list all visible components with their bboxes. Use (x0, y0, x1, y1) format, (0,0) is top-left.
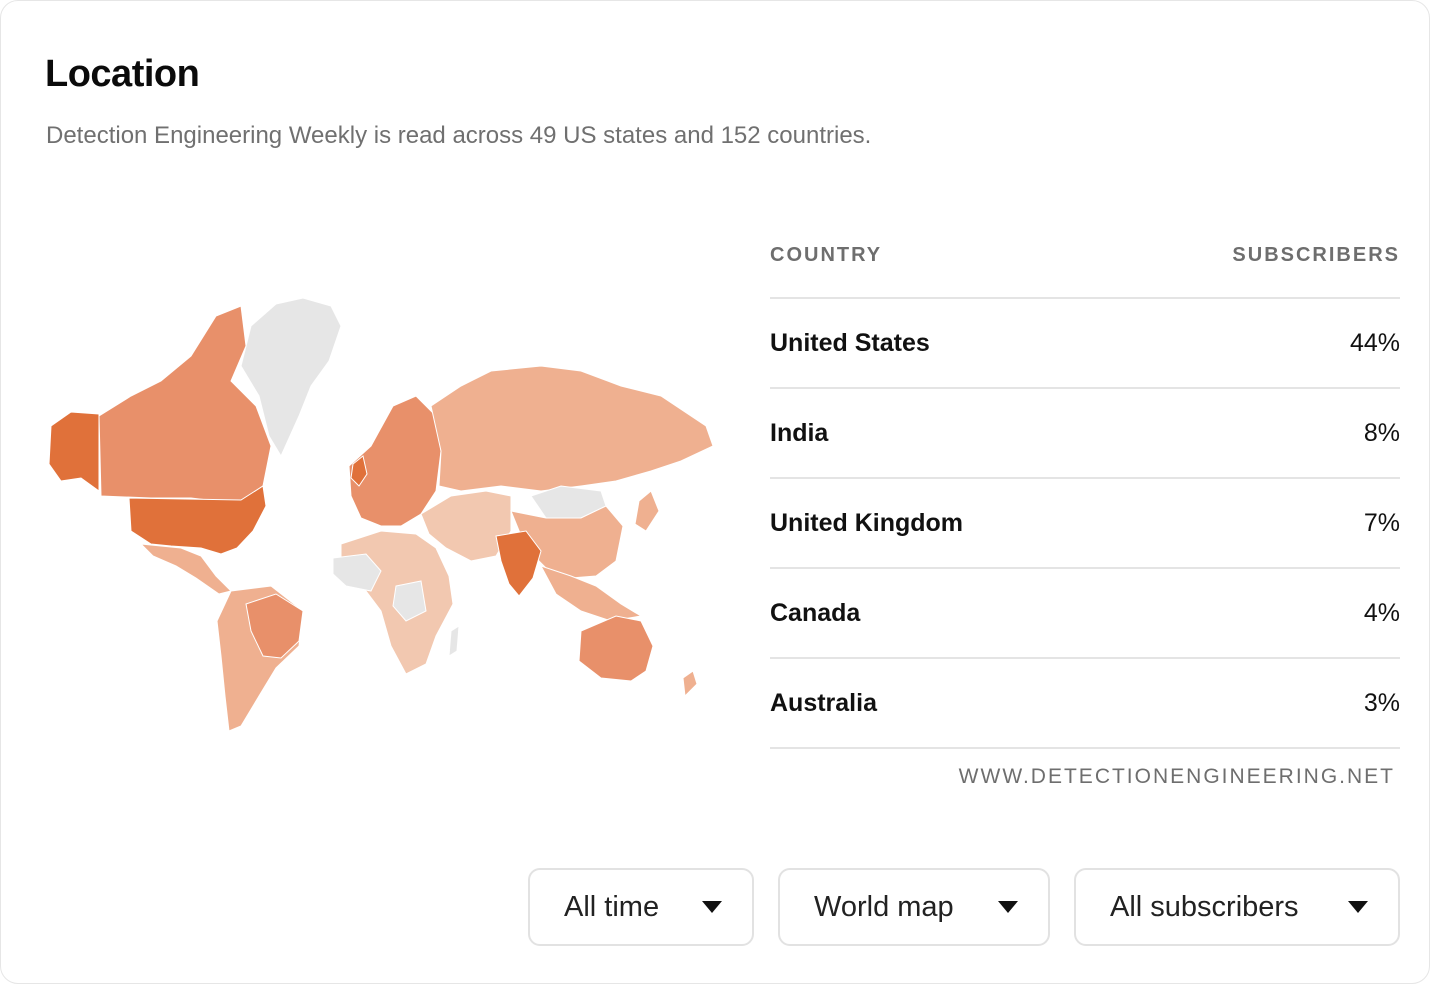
country-name: United Kingdom (770, 508, 964, 537)
table-row[interactable]: Canada 4% (770, 569, 1400, 659)
caret-down-icon (702, 901, 722, 913)
table-row[interactable]: United States 44% (770, 299, 1400, 389)
table-header: COUNTRY SUBSCRIBERS (770, 239, 1400, 299)
audience-dropdown[interactable]: All subscribers (1074, 868, 1400, 946)
country-name: Australia (770, 688, 877, 717)
audience-label: All subscribers (1110, 890, 1299, 923)
country-table: COUNTRY SUBSCRIBERS United States 44% In… (770, 239, 1400, 749)
caret-down-icon (1348, 901, 1368, 913)
country-name: India (770, 418, 829, 447)
map-region-australia[interactable] (578, 615, 654, 682)
subscriber-share: 8% (1363, 418, 1400, 447)
view-type-label: World map (814, 890, 954, 923)
table-row[interactable]: India 8% (770, 389, 1400, 479)
time-range-dropdown[interactable]: All time (528, 868, 754, 946)
map-region-madagascar[interactable] (448, 625, 460, 657)
caret-down-icon (998, 901, 1018, 913)
map-region-new-zealand[interactable] (682, 670, 698, 698)
map-region-alaska[interactable] (48, 411, 100, 492)
location-card: Location Detection Engineering Weekly is… (0, 0, 1430, 984)
map-region-japan[interactable] (634, 490, 660, 532)
column-header-country[interactable]: COUNTRY (770, 239, 882, 297)
map-region-canada[interactable] (98, 305, 272, 502)
world-map[interactable] (41, 286, 731, 741)
subscriber-share: 3% (1363, 688, 1400, 717)
country-name: United States (770, 328, 930, 357)
time-range-label: All time (564, 890, 660, 923)
subscriber-share: 44% (1349, 328, 1400, 357)
column-header-subscribers[interactable]: SUBSCRIBERS (1232, 239, 1400, 297)
publication-domain: WWW.DETECTIONENGINEERING.NET (958, 765, 1395, 788)
subscriber-share: 7% (1363, 508, 1400, 537)
map-region-russia[interactable] (430, 365, 714, 492)
country-name: Canada (770, 598, 861, 627)
page-title: Location (45, 53, 200, 95)
page-subtitle: Detection Engineering Weekly is read acr… (46, 122, 872, 149)
view-type-dropdown[interactable]: World map (778, 868, 1050, 946)
table-row[interactable]: Australia 3% (770, 659, 1400, 749)
subscriber-share: 4% (1363, 598, 1400, 627)
table-row[interactable]: United Kingdom 7% (770, 479, 1400, 569)
